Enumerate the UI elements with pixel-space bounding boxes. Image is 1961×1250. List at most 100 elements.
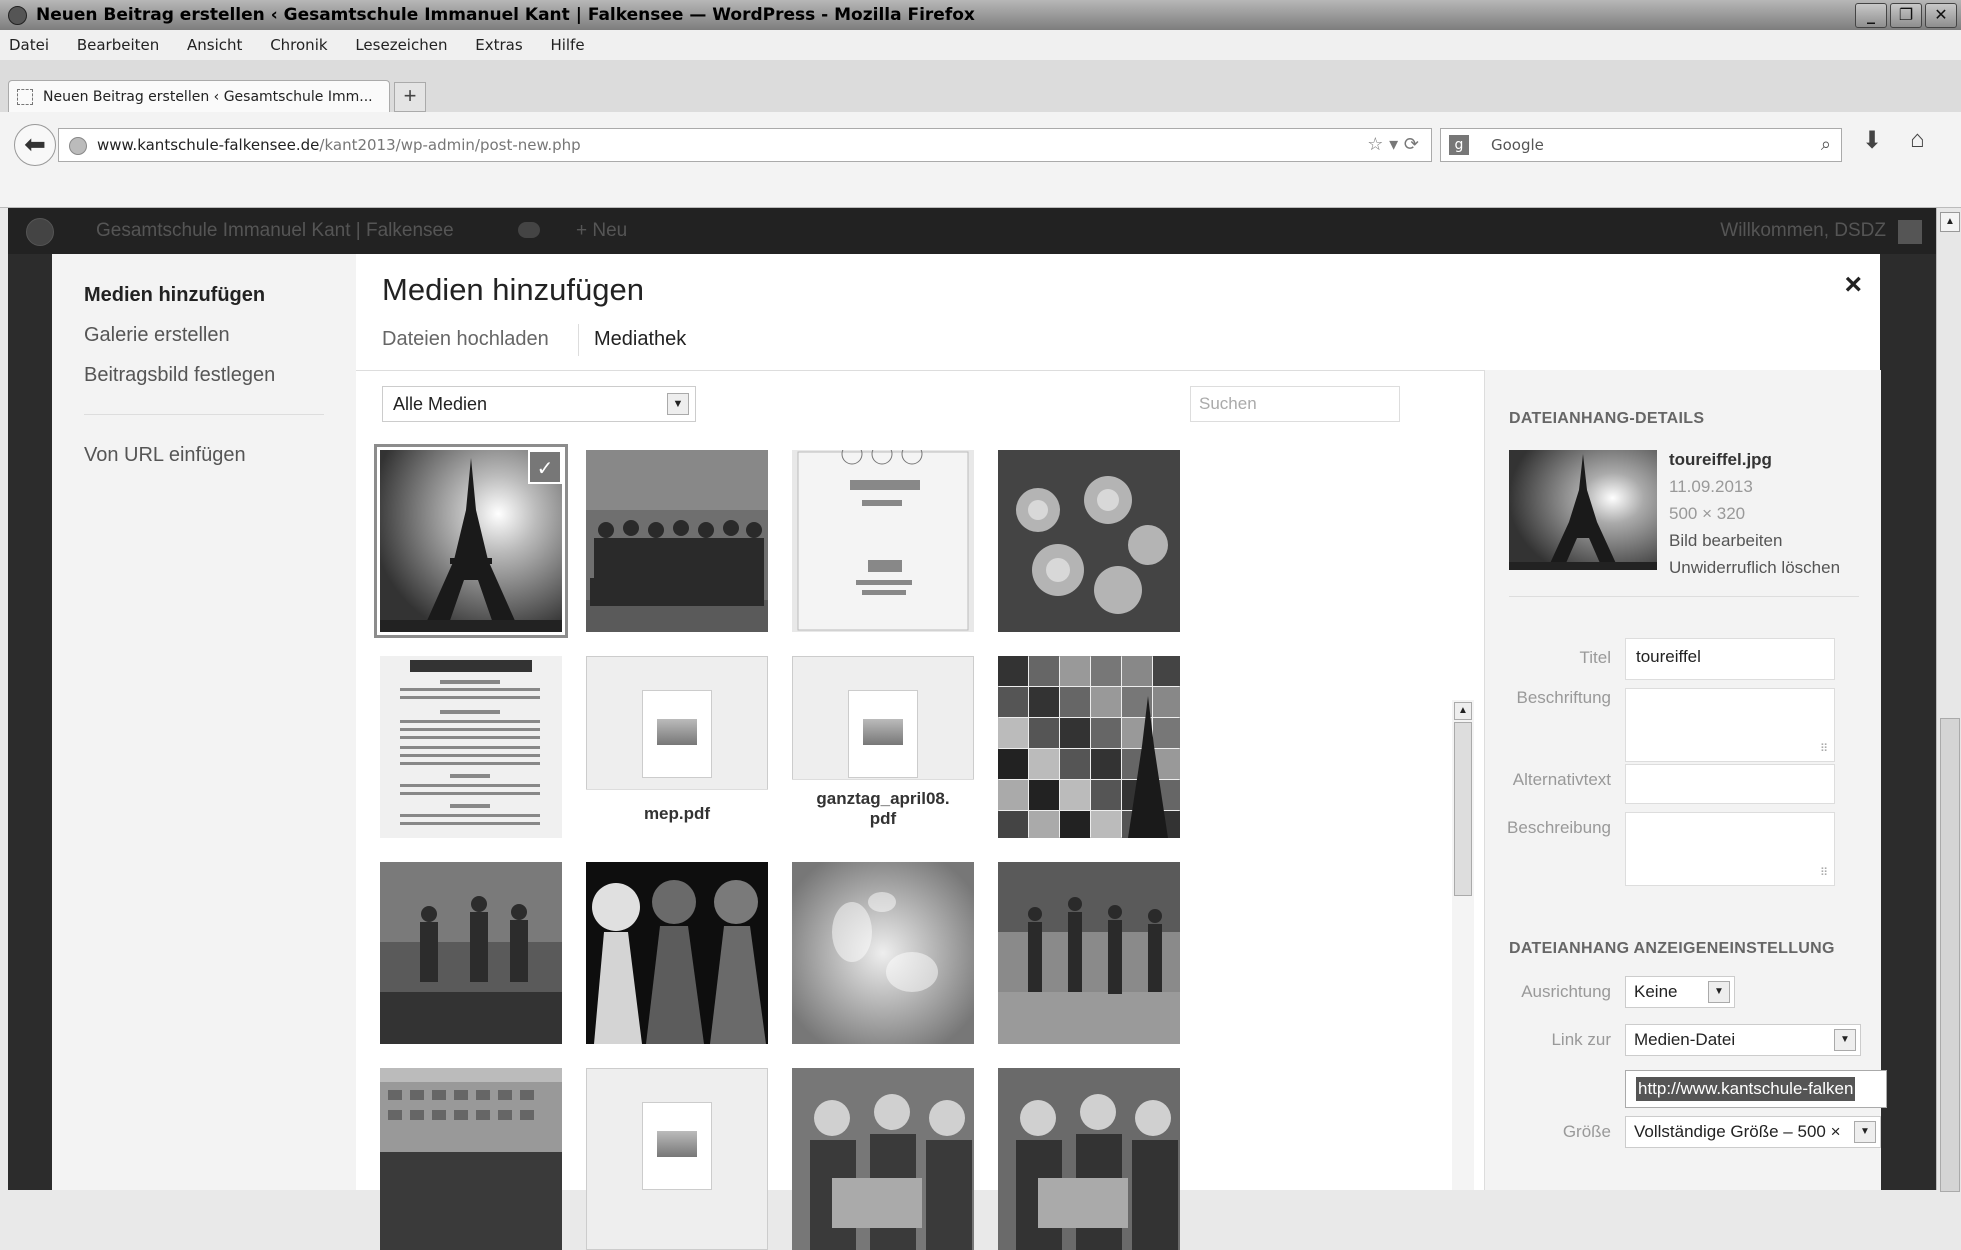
url-bar[interactable]: www.kantschule-falkensee.de/kant2013/wp-… [58, 128, 1432, 162]
description-field[interactable]: ⠿ [1625, 812, 1835, 886]
url-path: /kant2013/wp-admin/post-new.php [319, 136, 581, 154]
boys-thumbnail [792, 1068, 974, 1250]
menu-separator [84, 414, 324, 415]
wordpress-icon[interactable] [26, 218, 54, 246]
browser-tab[interactable]: Neuen Beitrag erstellen ‹ Gesamtschule I… [8, 80, 390, 113]
attachment-eiffel[interactable]: ✓ [380, 450, 562, 632]
scroll-up-icon[interactable]: ▲ [1940, 212, 1960, 232]
size-value: Vollständige Größe – 500 × [1634, 1122, 1841, 1141]
attachment-roses[interactable] [998, 450, 1180, 632]
search-placeholder: Suchen [1199, 394, 1257, 413]
menu-lesezeichen[interactable]: Lesezeichen [355, 36, 447, 54]
firefox-icon [8, 6, 27, 25]
menu-set-featured-image[interactable]: Beitragsbild festlegen [84, 364, 275, 387]
media-menu: Medien hinzufügen Galerie erstellen Beit… [52, 254, 356, 1190]
welcome-text[interactable]: Willkommen, DSDZ [1720, 208, 1886, 254]
title-value: toureiffel [1636, 647, 1701, 666]
size-select[interactable]: Vollständige Größe – 500 × ▼ [1625, 1116, 1881, 1148]
attachment-pdf-ganztag[interactable]: ganztag_april08. pdf [792, 656, 974, 838]
scroll-thumb[interactable] [1940, 718, 1960, 1192]
chevron-down-icon: ▼ [1834, 1029, 1856, 1051]
attachment-blur[interactable] [792, 862, 974, 1044]
menu-add-media[interactable]: Medien hinzufügen [84, 284, 265, 307]
document-icon [642, 690, 712, 778]
new-tab-button[interactable]: + [394, 82, 426, 112]
attachment-concert[interactable] [380, 862, 562, 1044]
alt-text-field[interactable] [1625, 764, 1835, 804]
resize-handle-icon[interactable]: ⠿ [1820, 742, 1828, 755]
attachment-team[interactable] [586, 450, 768, 632]
menu-chronik[interactable]: Chronik [270, 36, 327, 54]
size-label: Größe [1562, 1122, 1611, 1141]
tab-upload-files[interactable]: Dateien hochladen [382, 328, 549, 350]
details-divider [1509, 596, 1859, 597]
close-icon[interactable]: × [1844, 268, 1862, 302]
display-settings-heading: DATEIANHANG ANZEIGENEINSTELLUNG [1509, 940, 1835, 957]
tab-media-library[interactable]: Mediathek [594, 328, 686, 351]
search-box[interactable]: g Google ⌕ [1440, 128, 1842, 162]
page-scrollbar[interactable]: ▲ [1936, 208, 1961, 1192]
media-filter-select[interactable]: Alle Medien ▼ [382, 386, 696, 422]
attachment-school[interactable] [380, 1068, 562, 1250]
caption-label: Beschriftung [1516, 688, 1612, 707]
attachment-boys-1[interactable] [792, 1068, 974, 1250]
alt-text-label: Alternativtext [1512, 770, 1611, 789]
title-field[interactable]: toureiffel [1625, 638, 1835, 680]
resize-handle-icon[interactable]: ⠿ [1820, 866, 1828, 879]
attachment-pdf-mep[interactable]: mep.pdf [586, 656, 768, 838]
blur-thumbnail [792, 862, 974, 1044]
checkmark-icon[interactable]: ✓ [528, 450, 562, 484]
new-content-link[interactable]: + Neu [576, 208, 627, 254]
menu-hilfe[interactable]: Hilfe [550, 36, 584, 54]
menu-create-gallery[interactable]: Galerie erstellen [84, 324, 230, 347]
download-icon[interactable]: ⬇ [1862, 126, 1882, 155]
maximize-icon[interactable]: ❐ [1890, 3, 1922, 28]
alignment-select[interactable]: Keine ▼ [1625, 976, 1735, 1008]
star-icon[interactable]: ☆ ▾ ⟳ [1367, 129, 1419, 161]
menu-bar: Datei Bearbeiten Ansicht Chronik Lesezei… [0, 30, 1961, 60]
attachment-pdf[interactable] [586, 1068, 768, 1250]
url-domain: www.kantschule-falkensee.de [97, 136, 320, 154]
home-icon[interactable]: ⌂ [1910, 126, 1925, 154]
delete-permanently-link[interactable]: Unwiderruflich löschen [1669, 554, 1840, 581]
attachment-pawns[interactable] [586, 862, 768, 1044]
attachment-menu[interactable] [380, 656, 562, 838]
link-to-select[interactable]: Medien-Datei ▼ [1625, 1024, 1861, 1056]
comments-icon[interactable] [518, 222, 540, 238]
link-to-value: Medien-Datei [1634, 1030, 1736, 1049]
attachment-filename: mep.pdf [586, 789, 768, 838]
site-name-link[interactable]: Gesamtschule Immanuel Kant | Falkensee [96, 208, 454, 254]
back-arrow-icon[interactable]: ⬅ [14, 124, 56, 166]
description-label: Beschreibung [1507, 818, 1611, 837]
attachment-details-sidebar: DATEIANHANG-DETAILS toureiffel.jpg 11.09… [1484, 370, 1887, 1190]
scroll-up-icon[interactable]: ▲ [1454, 702, 1472, 720]
magnifier-icon[interactable]: ⌕ [1821, 129, 1831, 161]
edit-image-link[interactable]: Bild bearbeiten [1669, 527, 1840, 554]
menu-insert-from-url[interactable]: Von URL einfügen [84, 444, 246, 467]
chevron-down-icon: ▼ [667, 393, 689, 415]
scroll-thumb[interactable] [1454, 722, 1472, 896]
certificate-thumbnail [792, 450, 974, 632]
title-label: Titel [1579, 648, 1612, 667]
caption-field[interactable]: ⠿ [1625, 688, 1835, 762]
attachment-filename: toureiffel.jpg [1669, 450, 1772, 469]
menu-extras[interactable]: Extras [475, 36, 522, 54]
alignment-label: Ausrichtung [1521, 982, 1611, 1001]
minimize-icon[interactable]: _ [1855, 3, 1887, 28]
close-window-icon[interactable]: ✕ [1925, 3, 1957, 28]
attachment-collage[interactable] [998, 656, 1180, 838]
avatar[interactable] [1898, 220, 1922, 244]
concert-thumbnail [380, 862, 562, 1044]
grid-scrollbar[interactable]: ▲ [1452, 700, 1474, 1190]
attachment-boys-2[interactable] [998, 1068, 1180, 1250]
tab-bar: Neuen Beitrag erstellen ‹ Gesamtschule I… [0, 60, 1961, 113]
attachment-certificate[interactable] [792, 450, 974, 632]
media-search-input[interactable]: Suchen [1190, 386, 1400, 422]
pawns-thumbnail [586, 862, 768, 1044]
link-url-field[interactable]: http://www.kantschule-falken [1625, 1070, 1887, 1108]
menu-ansicht[interactable]: Ansicht [187, 36, 242, 54]
attachment-dance[interactable] [998, 862, 1180, 1044]
selected-image-thumbnail [1509, 450, 1657, 570]
menu-bearbeiten[interactable]: Bearbeiten [77, 36, 159, 54]
menu-datei[interactable]: Datei [9, 36, 49, 54]
